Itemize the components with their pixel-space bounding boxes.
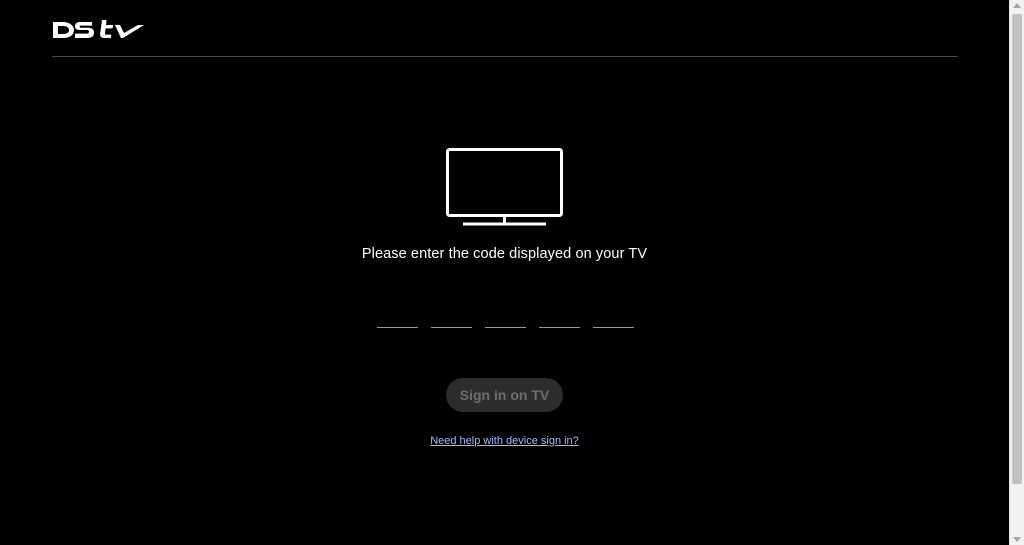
code-digit-5[interactable] [593,305,634,328]
code-input-group [377,305,634,329]
dstv-logo [53,20,144,38]
scroll-thumb[interactable] [1012,14,1022,484]
code-digit-2[interactable] [431,305,472,328]
scroll-down-arrow-icon[interactable] [1013,537,1021,542]
device-signin-help-link[interactable]: Need help with device sign in? [430,435,579,447]
code-digit-4[interactable] [539,305,580,328]
scroll-up-arrow-icon[interactable] [1013,3,1021,8]
code-digit-3[interactable] [485,305,526,328]
instruction-text: Please enter the code displayed on your … [361,246,648,262]
tv-icon [446,148,563,226]
device-signin-page: Please enter the code displayed on your … [0,0,1009,545]
help-link-container: Need help with device sign in? [0,435,1009,447]
vertical-scrollbar[interactable] [1009,0,1024,545]
sign-in-on-tv-button[interactable]: Sign in on TV [446,378,563,412]
code-digit-1[interactable] [377,305,418,328]
header [52,18,958,57]
